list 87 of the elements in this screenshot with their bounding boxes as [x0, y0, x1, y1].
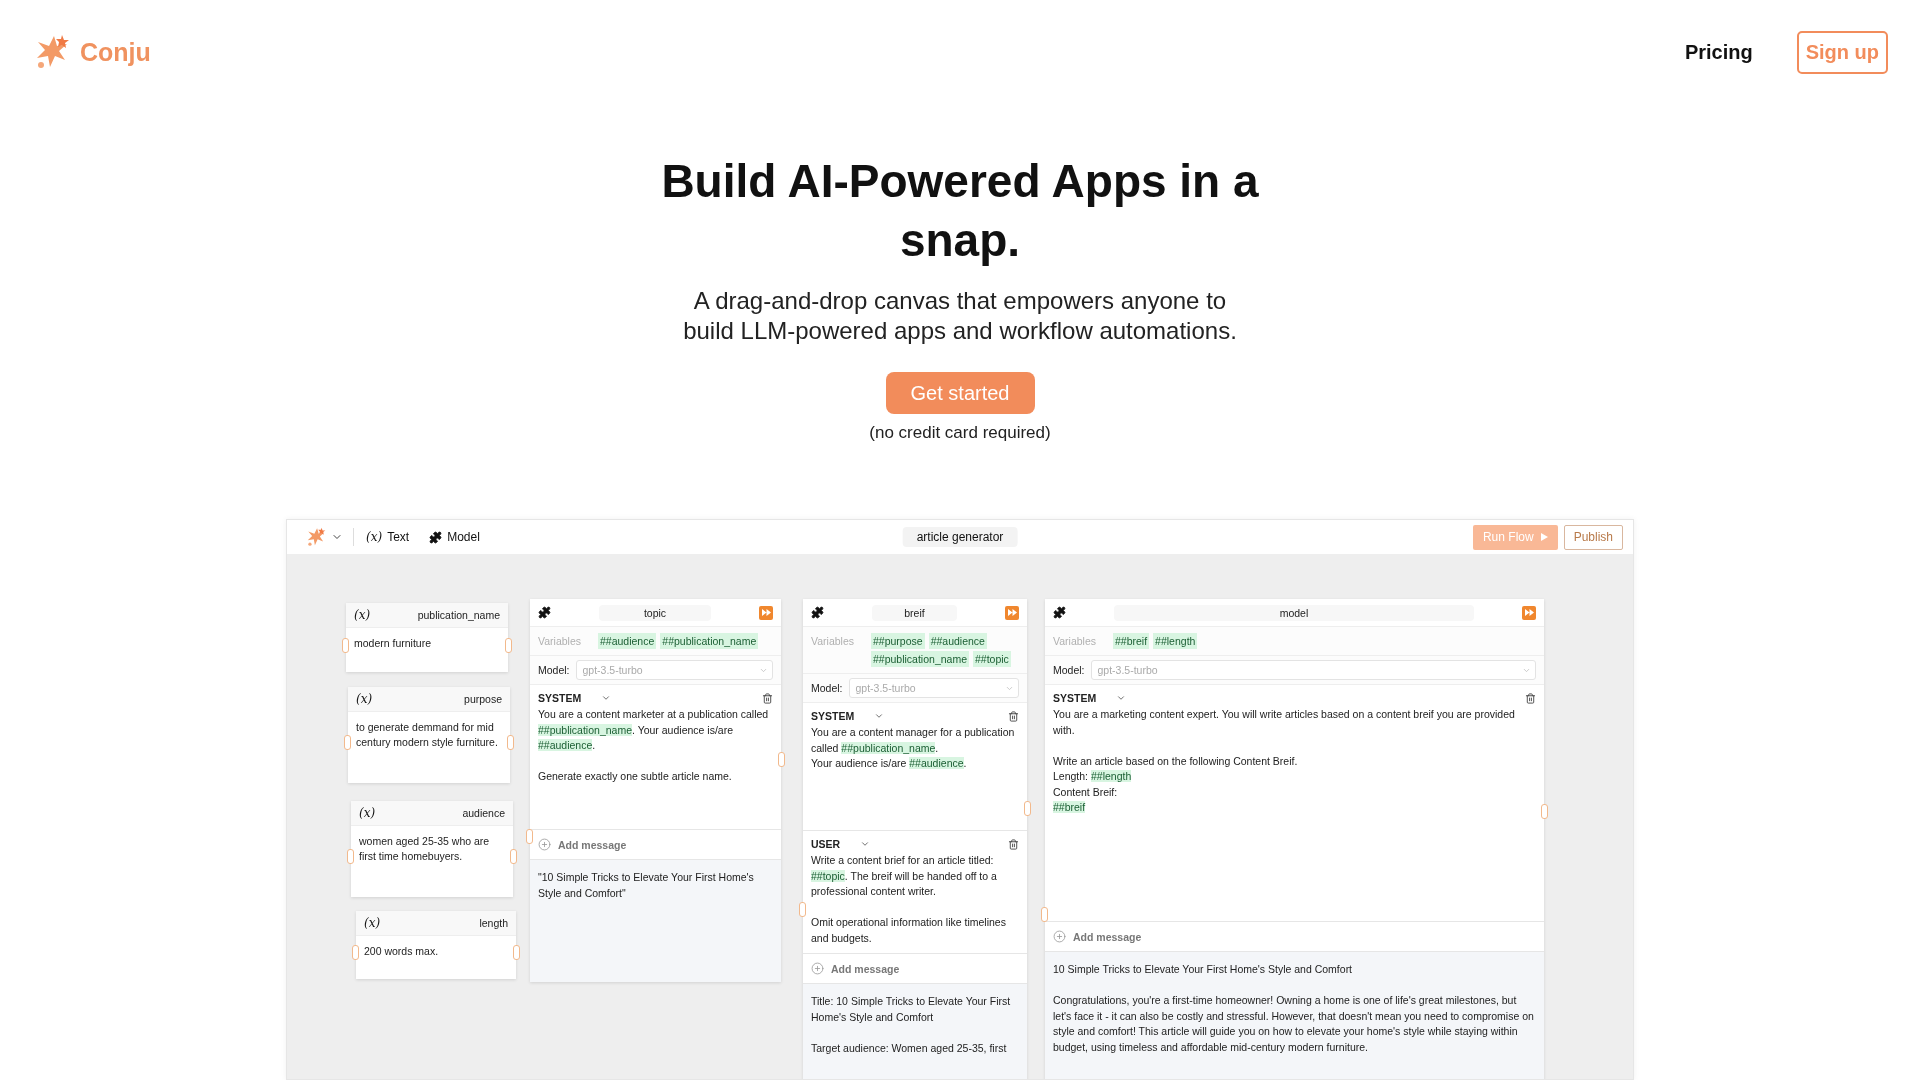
puzzle-icon [1053, 606, 1066, 619]
variable-tag: ##purpose [871, 633, 925, 649]
variable-value: women aged 25-35 who are first time homebuyers. [358, 834, 491, 864]
connector-handle[interactable] [510, 849, 517, 864]
variable-icon: (x) [364, 916, 381, 930]
role-select[interactable]: USER [811, 838, 841, 850]
chevron-down-icon[interactable] [1116, 693, 1127, 703]
add-icon[interactable] [1053, 930, 1066, 943]
output-text: Title: 10 Simple Tricks to Elevate Your First Home's Style and Comfort Target audience: Women aged 25-35, first [803, 984, 1027, 1079]
variable-name: purpose [464, 693, 502, 705]
run-node-button[interactable] [1522, 605, 1536, 620]
tool-label[interactable]: Model [447, 530, 480, 544]
connector-handle[interactable] [344, 735, 351, 750]
run-node-button[interactable] [759, 605, 773, 620]
variable-tag: ##publication_name [871, 651, 969, 667]
variable-value: to generate demmand for mid century modern style furniture. [355, 720, 499, 750]
puzzle-icon [538, 606, 551, 619]
connector-handle[interactable] [352, 945, 359, 960]
chevron-down-icon[interactable] [860, 839, 871, 849]
delete-icon[interactable] [1525, 692, 1536, 704]
connector-handle[interactable] [347, 849, 354, 864]
connector-handle[interactable] [513, 945, 520, 960]
connector-handle[interactable] [505, 637, 512, 653]
puzzle-icon [429, 530, 443, 544]
hero-subtitle: A drag-and-drop canvas that empowers anyone to build LLM-powered apps and workflow automations. [682, 286, 1238, 346]
delete-icon[interactable] [1008, 838, 1019, 850]
node-title-field[interactable]: breif [872, 604, 957, 621]
variable-icon: (x) [359, 806, 376, 820]
connector-handle[interactable] [507, 735, 514, 750]
nav-link[interactable]: Pricing [1684, 40, 1753, 64]
chevron-down-icon[interactable] [874, 711, 885, 721]
brand-name: Conju [80, 37, 151, 67]
variable-icon: (x) [354, 608, 371, 622]
model-label: Model: [811, 682, 843, 694]
variable-tag: ##audience [928, 633, 987, 649]
variable-tag: ##publication_name [660, 633, 759, 649]
message-text[interactable]: Write a content brief for an article titled: ##topic. The breif will be handed off to a professional content writer. Omit operational information like timelines and budgets. [811, 853, 1019, 946]
hero-title: Build AI-Powered Apps in a snap. [660, 154, 1260, 268]
credit-card-note: (no credit card required) [869, 422, 1051, 444]
variable-name: publication_name [417, 609, 500, 621]
delete-icon[interactable] [762, 692, 773, 704]
connector-handle[interactable] [1041, 906, 1048, 922]
node-title-field[interactable]: model [1114, 604, 1474, 621]
output-text: 10 Simple Tricks to Elevate Your First Home's Style and Comfort Congratulations, you're a first-time homeowner! Owning a home is one of life's great milestones, but let's face it - it can also be costly and stressful. However, that doesn't mean you need to compromise on style and comfort! This article will guide you on how to elevate your home's style while staying within budget, using timeless and affordable mid-century modern furniture. [1045, 952, 1544, 1079]
model-label: Model: [1053, 664, 1085, 676]
message-text[interactable]: You are a content manager for a publication called ##publication_name. Your audience is/are ##audience. [811, 725, 1019, 772]
model-label: Model: [538, 664, 570, 676]
connector-handle[interactable] [778, 752, 785, 768]
variable-tag: ##breif [1113, 633, 1150, 649]
run-node-button[interactable] [1005, 605, 1019, 620]
variable-tag: ##topic [973, 651, 1011, 667]
role-select[interactable]: SYSTEM [538, 692, 582, 704]
variables-label: Variables [1053, 634, 1097, 647]
connector-handle[interactable] [342, 637, 349, 653]
flow-name-field[interactable]: article generator [902, 527, 1018, 547]
connector-handle[interactable] [799, 902, 806, 917]
variable-icon: (x) [356, 692, 373, 706]
variable-value: 200 words max. [363, 944, 440, 959]
add-message-link[interactable]: Add message [1073, 930, 1142, 943]
variable-name: length [479, 917, 508, 929]
node-title-field[interactable]: topic [599, 604, 711, 621]
chevron-down-icon[interactable] [601, 693, 612, 703]
message-text[interactable]: You are a content marketer at a publication called ##publication_name. Your audience is/are ##audience. Generate exactly one subtle article name. [538, 707, 773, 785]
logo-icon [305, 526, 327, 548]
variables-label: Variables [538, 634, 582, 647]
variable-value: modern furniture [353, 636, 433, 651]
add-icon[interactable] [811, 962, 824, 975]
connector-handle[interactable] [1541, 804, 1548, 820]
output-text: "10 Simple Tricks to Elevate Your First Home's Style and Comfort" [530, 860, 781, 982]
play-icon [1540, 533, 1548, 541]
add-icon[interactable] [538, 838, 551, 851]
variables-label: Variables [811, 634, 855, 647]
connector-handle[interactable] [526, 828, 533, 844]
puzzle-icon [811, 606, 824, 619]
message-text[interactable]: You are a marketing content expert. You will write articles based on a content breif you are provided with. Write an article based on the following Content Breif. Length: ##length Content Breif: ##breif [1053, 707, 1536, 816]
connector-handle[interactable] [1024, 801, 1031, 816]
add-message-link[interactable]: Add message [831, 962, 900, 975]
publish-button[interactable]: Publish [1563, 524, 1623, 550]
role-select[interactable]: SYSTEM [811, 710, 855, 722]
role-select[interactable]: SYSTEM [1053, 692, 1097, 704]
variable-tag: ##length [1153, 633, 1198, 649]
add-message-link[interactable]: Add message [558, 838, 627, 851]
tool-label[interactable]: Text [387, 530, 410, 544]
variable-tag: ##audience [598, 633, 657, 649]
variable-name: audience [462, 807, 505, 819]
variable-icon: (x) [366, 530, 383, 544]
delete-icon[interactable] [1008, 710, 1019, 722]
